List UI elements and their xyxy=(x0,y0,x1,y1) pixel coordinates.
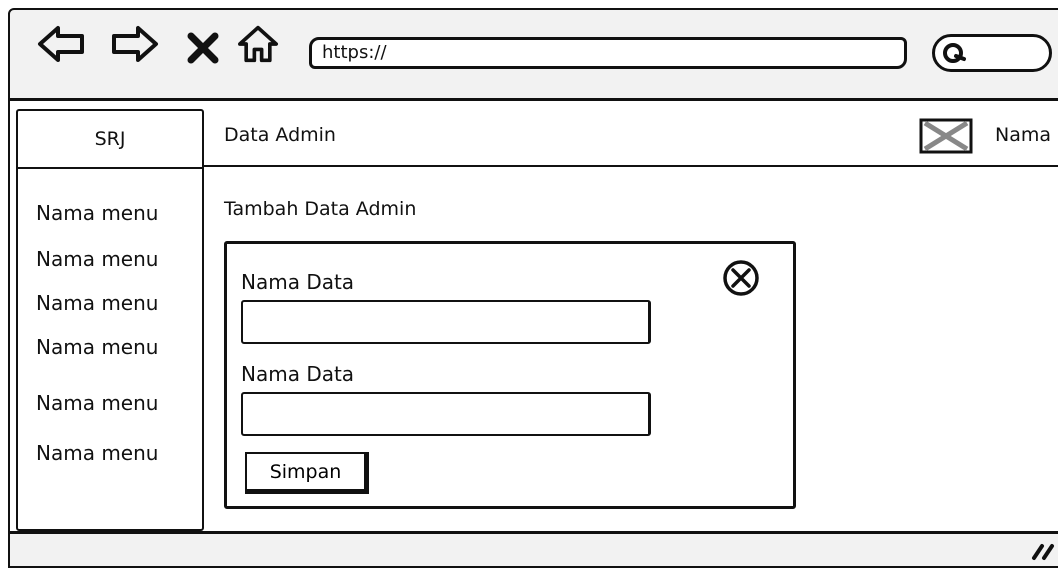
home-icon[interactable] xyxy=(234,24,282,64)
field-label: Nama Data xyxy=(241,362,355,386)
sidebar-item[interactable]: Nama menu xyxy=(36,247,158,271)
search-box[interactable] xyxy=(932,34,1052,72)
back-arrow-icon[interactable] xyxy=(36,24,86,64)
nama-data-input[interactable] xyxy=(241,300,651,344)
url-input[interactable]: https:// xyxy=(309,37,907,69)
save-button[interactable]: Simpan xyxy=(245,452,369,494)
app-content: SRJ Nama menu Nama menu Nama menu Nama m… xyxy=(10,98,1058,534)
close-circle-icon[interactable] xyxy=(719,258,763,298)
resize-grip-icon[interactable] xyxy=(1030,540,1058,562)
user-name[interactable]: Nama xyxy=(995,124,1051,146)
add-admin-form: Nama Data Nama Data Simpan xyxy=(224,241,796,509)
sidebar-item[interactable]: Nama menu xyxy=(36,441,158,465)
image-placeholder-icon[interactable] xyxy=(919,118,973,154)
search-icon xyxy=(943,43,966,63)
header-divider xyxy=(204,165,1058,167)
field-label: Nama Data xyxy=(241,270,355,294)
sidebar-item[interactable]: Nama menu xyxy=(36,201,158,225)
sidebar: SRJ Nama menu Nama menu Nama menu Nama m… xyxy=(16,109,204,531)
close-x-icon[interactable] xyxy=(186,28,220,68)
page-title: Data Admin xyxy=(224,124,336,146)
section-title: Tambah Data Admin xyxy=(224,198,417,220)
browser-window: https:// SRJ Nama menu Nama menu Nama me… xyxy=(8,8,1058,568)
nama-data-input[interactable] xyxy=(241,392,651,436)
forward-arrow-icon[interactable] xyxy=(110,24,160,64)
sidebar-item[interactable]: Nama menu xyxy=(36,335,158,359)
sidebar-item[interactable]: Nama menu xyxy=(36,291,158,315)
brand-label: SRJ xyxy=(18,111,202,169)
browser-toolbar: https:// xyxy=(10,10,1058,98)
sidebar-item[interactable]: Nama menu xyxy=(36,391,158,415)
status-bar xyxy=(10,534,1058,570)
